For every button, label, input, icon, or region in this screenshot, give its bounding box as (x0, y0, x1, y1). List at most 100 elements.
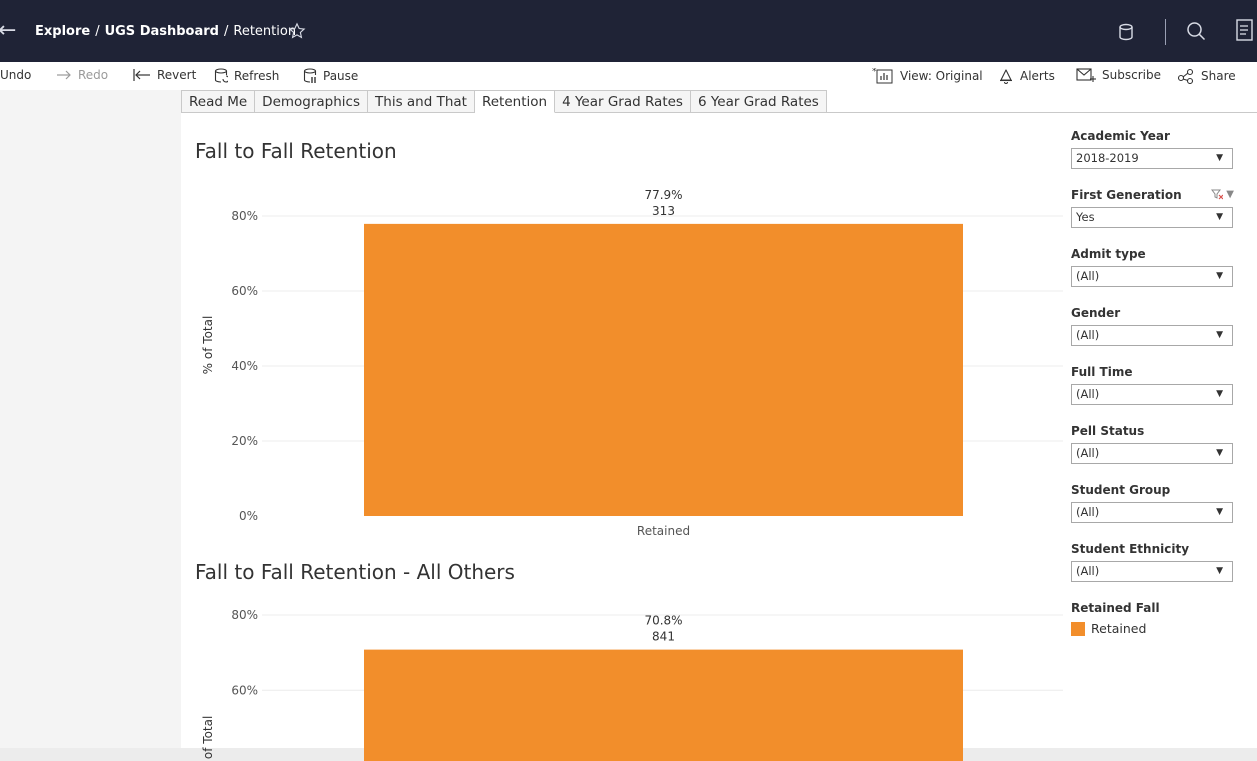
filter-label: Student Ethnicity (1071, 542, 1190, 556)
pause-icon (303, 68, 317, 84)
y-tick-label: 80% (231, 209, 258, 223)
view-original-button[interactable]: * View: Original (872, 68, 983, 84)
caret-down-icon: ▼ (1216, 507, 1223, 517)
pell-status-dropdown[interactable]: (All) ▼ (1071, 443, 1233, 464)
revert-button[interactable]: Revert (133, 68, 196, 82)
filter-gender: Gender (All) ▼ (1071, 306, 1234, 346)
data-label-percent: 70.8% (644, 614, 682, 628)
caret-down-icon: ▼ (1216, 153, 1223, 163)
breadcrumb-separator: / (223, 24, 229, 39)
search-icon[interactable] (1186, 21, 1206, 45)
redo-icon (56, 69, 72, 81)
alerts-button[interactable]: Alerts (998, 68, 1055, 84)
filter-full-time: Full Time (All) ▼ (1071, 365, 1234, 405)
top-nav-bar: ← Explore / UGS Dashboard / Retention (0, 0, 1257, 62)
share-label: Share (1201, 69, 1236, 83)
full-time-dropdown[interactable]: (All) ▼ (1071, 384, 1233, 405)
dropdown-value: (All) (1076, 387, 1100, 401)
filter-menu-icon[interactable]: ▼ (1226, 189, 1234, 200)
refresh-button[interactable]: Refresh (214, 68, 279, 84)
filter-student-group: Student Group (All) ▼ (1071, 483, 1234, 523)
y-tick-label: 60% (231, 284, 258, 298)
tab-this-and-that[interactable]: This and That (368, 90, 475, 113)
legend-title: Retained Fall (1071, 601, 1160, 615)
bottom-scroll-area[interactable] (0, 748, 1257, 761)
refresh-label: Refresh (234, 69, 280, 83)
filter-label: Student Group (1071, 483, 1171, 497)
filter-label: Admit type (1071, 247, 1146, 261)
bar-retained (364, 223, 963, 516)
gender-dropdown[interactable]: (All) ▼ (1071, 325, 1233, 346)
back-arrow-icon[interactable]: ← (0, 18, 16, 43)
student-ethnicity-dropdown[interactable]: (All) ▼ (1071, 561, 1233, 582)
tab-demographics[interactable]: Demographics (255, 90, 369, 113)
legend-item-retained[interactable]: Retained (1071, 621, 1160, 636)
y-tick-label: 80% (231, 608, 258, 622)
caret-down-icon: ▼ (1216, 212, 1223, 222)
color-legend: Retained Fall Retained (1071, 601, 1160, 636)
dashboard-tabs: Read Me Demographics This and That Reten… (181, 90, 827, 113)
dropdown-value: Yes (1076, 210, 1095, 224)
tab-read-me[interactable]: Read Me (181, 90, 256, 113)
filter-student-ethnicity: Student Ethnicity (All) ▼ (1071, 542, 1234, 582)
chart-title-all-others: Fall to Fall Retention - All Others (195, 560, 515, 584)
share-button[interactable]: Share (1177, 68, 1236, 84)
filter-label: First Generation (1071, 188, 1182, 202)
subscribe-label: Subscribe (1102, 68, 1161, 82)
undo-button[interactable]: Undo (0, 68, 31, 82)
y-tick-label: 60% (231, 683, 258, 697)
dropdown-value: (All) (1076, 564, 1100, 578)
data-label-percent: 77.9% (644, 188, 682, 202)
dropdown-value: 2018-2019 (1076, 151, 1139, 165)
caret-down-icon: ▼ (1216, 566, 1223, 576)
toolbar-divider (1165, 19, 1166, 45)
tab-4-year-grad-rates[interactable]: 4 Year Grad Rates (555, 90, 691, 113)
legend-swatch (1071, 621, 1085, 636)
panel-icon[interactable] (1236, 19, 1254, 45)
dropdown-value: (All) (1076, 269, 1100, 283)
bar-retained (364, 649, 963, 761)
data-label-count: 313 (652, 204, 675, 218)
left-gutter (0, 90, 181, 761)
subscribe-button[interactable]: Subscribe (1076, 68, 1161, 82)
revert-label: Revert (157, 68, 197, 82)
dropdown-value: (All) (1076, 328, 1100, 342)
share-icon (1177, 68, 1195, 84)
breadcrumb-explore[interactable]: Explore (35, 24, 90, 39)
academic-year-dropdown[interactable]: 2018-2019 ▼ (1071, 148, 1233, 169)
caret-down-icon: ▼ (1216, 389, 1223, 399)
clear-filter-icon[interactable]: ▼ (1211, 189, 1234, 200)
svg-text:*: * (872, 68, 877, 77)
breadcrumb: Explore / UGS Dashboard / Retention (35, 24, 296, 39)
filter-pell-status: Pell Status (All) ▼ (1071, 424, 1234, 464)
redo-label: Redo (78, 68, 109, 82)
admit-type-dropdown[interactable]: (All) ▼ (1071, 266, 1233, 287)
alerts-label: Alerts (1020, 69, 1055, 83)
tab-retention[interactable]: Retention (474, 90, 556, 113)
y-axis-label: % of Total (201, 316, 215, 375)
database-icon[interactable] (1118, 23, 1134, 45)
legend-item-label: Retained (1091, 621, 1147, 636)
filter-first-generation: First Generation ▼ Yes ▼ (1071, 188, 1234, 228)
pause-button[interactable]: Pause (303, 68, 358, 84)
filter-label: Academic Year (1071, 129, 1170, 143)
data-label-count: 841 (652, 630, 675, 644)
bell-icon (998, 68, 1014, 84)
breadcrumb-dashboard[interactable]: UGS Dashboard (105, 24, 219, 39)
tableau-app: ← Explore / UGS Dashboard / Retention Undo R… (0, 0, 1257, 761)
dropdown-value: (All) (1076, 505, 1100, 519)
tab-6-year-grad-rates[interactable]: 6 Year Grad Rates (690, 90, 827, 113)
caret-down-icon: ▼ (1216, 330, 1223, 340)
tab-baseline (822, 112, 1257, 113)
undo-label: Undo (0, 68, 32, 82)
breadcrumb-current-view: Retention (233, 24, 297, 39)
caret-down-icon: ▼ (1216, 271, 1223, 281)
revert-icon (133, 69, 151, 81)
student-group-dropdown[interactable]: (All) ▼ (1071, 502, 1233, 523)
dropdown-value: (All) (1076, 446, 1100, 460)
star-icon[interactable] (288, 22, 306, 44)
first-generation-dropdown[interactable]: Yes ▼ (1071, 207, 1233, 228)
redo-button[interactable]: Redo (56, 68, 108, 82)
filter-label: Gender (1071, 306, 1121, 320)
y-tick-label: 0% (239, 509, 258, 523)
